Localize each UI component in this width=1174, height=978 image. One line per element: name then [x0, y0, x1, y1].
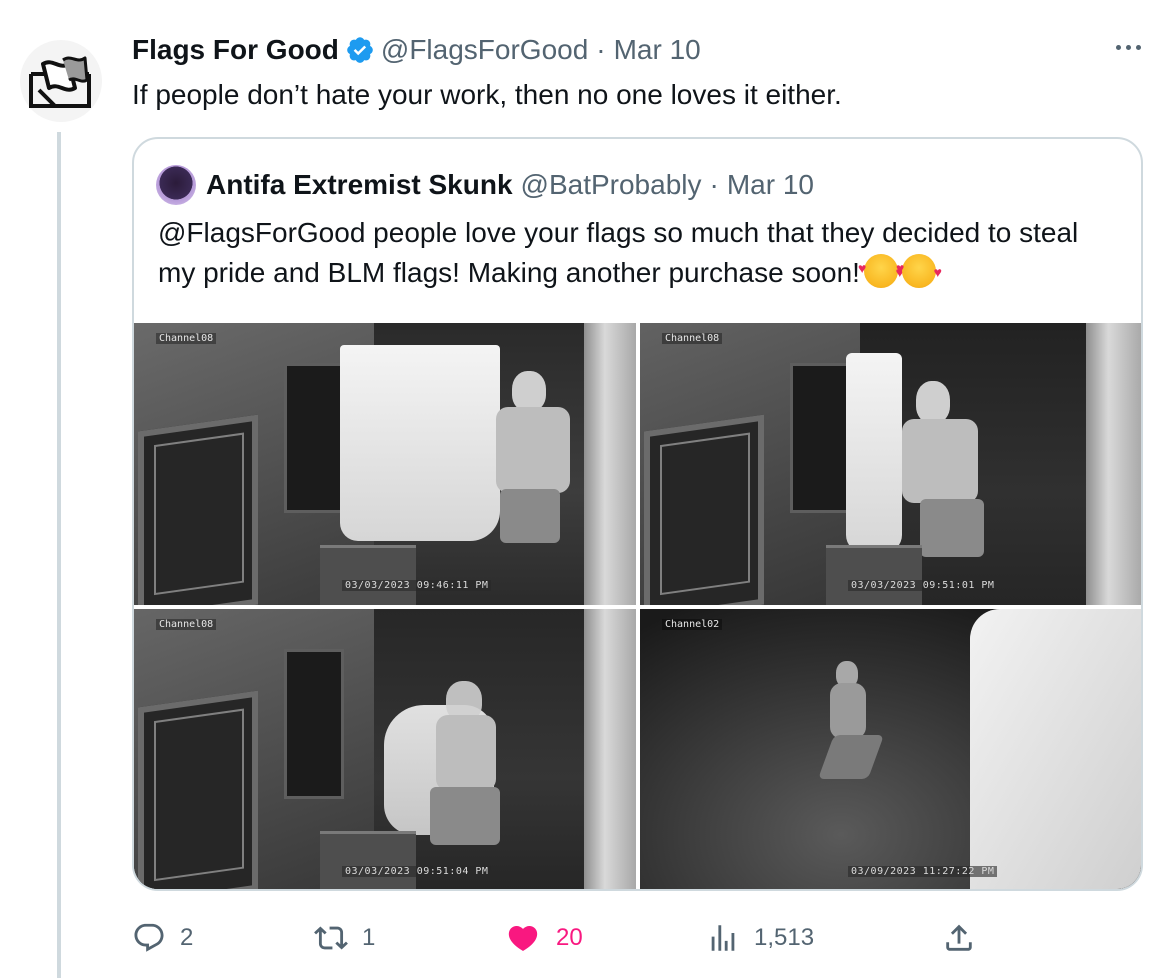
camera-channel-label: Channel02 [662, 619, 723, 630]
quoted-author-name[interactable]: Antifa Extremist Skunk [206, 169, 513, 201]
quoted-tweet-date[interactable]: Mar 10 [727, 169, 814, 201]
separator-dot: · [596, 34, 606, 65]
more-icon[interactable] [1108, 32, 1148, 62]
media-grid: Channel08 03/03/2023 09:46:11 PM Channel… [134, 323, 1141, 889]
like-count: 20 [556, 924, 583, 951]
retweet-icon [314, 926, 348, 950]
share-button[interactable] [942, 918, 976, 958]
tweet-actions: 2 1 20 1,513 [132, 918, 1143, 958]
tweet-header: Flags For Good @FlagsForGood · Mar 10 [132, 30, 701, 70]
media-image-4[interactable]: Channel02 03/09/2023 11:27:22 PM [640, 609, 1141, 889]
quoted-tweet-header: Antifa Extremist Skunk @BatProbably · Ma… [156, 165, 814, 205]
smiling-face-with-hearts-icon [858, 248, 904, 292]
quoted-tweet-text-block: @FlagsForGood people love your flags so … [158, 213, 1118, 293]
camera-channel-label: Channel08 [156, 619, 217, 630]
views-button[interactable]: 1,513 [706, 918, 814, 958]
quoted-author-handle[interactable]: @BatProbably [521, 169, 702, 201]
camera-timestamp: 03/09/2023 11:27:22 PM [848, 866, 998, 877]
views-icon [711, 925, 735, 951]
tweet-date[interactable]: Mar 10 [614, 34, 701, 66]
camera-timestamp: 03/03/2023 09:51:04 PM [342, 866, 492, 877]
reply-icon [134, 923, 164, 952]
author-avatar[interactable] [20, 40, 102, 122]
smiling-face-with-hearts-icon [896, 248, 942, 292]
author-name[interactable]: Flags For Good [132, 34, 339, 66]
heart-icon [508, 925, 538, 951]
camera-timestamp: 03/03/2023 09:51:01 PM [848, 580, 998, 591]
retweet-button[interactable]: 1 [314, 918, 375, 958]
verified-badge-icon [345, 35, 375, 65]
camera-channel-label: Channel08 [662, 333, 723, 344]
quoted-author-avatar[interactable] [156, 165, 196, 205]
flag-logo-icon [29, 56, 91, 108]
media-image-3[interactable]: Channel08 03/03/2023 09:51:04 PM [134, 609, 636, 889]
camera-timestamp: 03/03/2023 09:46:11 PM [342, 580, 492, 591]
tweet-text: If people don’t hate your work, then no … [132, 79, 842, 110]
separator-dot: · [709, 169, 719, 200]
author-handle[interactable]: @FlagsForGood [381, 34, 588, 66]
share-icon [946, 924, 972, 951]
like-button[interactable]: 20 [504, 918, 583, 958]
retweet-count: 1 [362, 924, 376, 951]
reply-count: 2 [180, 924, 194, 951]
quoted-tweet[interactable]: Antifa Extremist Skunk @BatProbably · Ma… [132, 137, 1143, 891]
views-count: 1,513 [754, 924, 815, 951]
media-image-1[interactable]: Channel08 03/03/2023 09:46:11 PM [134, 323, 636, 605]
reply-button[interactable]: 2 [132, 918, 193, 958]
camera-channel-label: Channel08 [156, 333, 217, 344]
media-image-2[interactable]: Channel08 03/03/2023 09:51:01 PM [640, 323, 1141, 605]
thread-line [57, 132, 61, 978]
